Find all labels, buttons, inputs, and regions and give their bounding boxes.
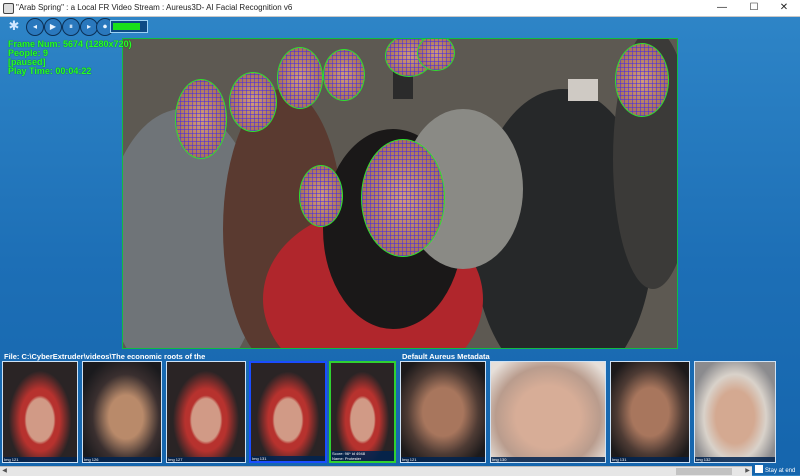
face-thumbnail[interactable]: Img 121 (2, 361, 78, 463)
progress-fill (113, 23, 141, 30)
face-thumbnail-match[interactable]: Score: 96* id 4948 Name: Protester (329, 361, 396, 463)
minimize-button[interactable]: — (708, 0, 736, 16)
face-thumbnail[interactable]: Img 130 (490, 361, 606, 463)
video-frame[interactable] (122, 38, 678, 349)
face-detection-2[interactable] (229, 72, 277, 132)
match-name-label: Name: Protester (331, 456, 394, 461)
face-detection-4[interactable] (323, 49, 365, 101)
maximize-button[interactable]: ☐ (740, 0, 768, 16)
close-button[interactable]: ✕ (770, 0, 798, 16)
face-detection-8[interactable] (299, 165, 343, 227)
face-detection-1[interactable] (175, 79, 227, 159)
window-title: "Arab Spring" : a Local FR Video Stream … (16, 3, 293, 12)
thumbnail-label: Img 127 (167, 457, 245, 462)
face-thumbnail[interactable]: Img 121 (400, 361, 486, 463)
thumbnail-label: Img 121 (3, 457, 77, 462)
settings-icon[interactable]: ✱ (6, 18, 22, 34)
thumbnail-image (251, 363, 325, 461)
thumbnail-image (695, 362, 775, 462)
thumbnail-image (331, 363, 394, 461)
app-icon (3, 3, 14, 14)
stay-at-end-toggle[interactable]: Stay at end (755, 465, 795, 474)
thumbnail-label: Img 132 (695, 457, 775, 462)
thumbnail-label: Img 131 (251, 456, 325, 461)
thumbnail-label: Img 131 (611, 457, 689, 462)
stay-at-end-label: Stay at end (765, 468, 796, 474)
thumbnail-image (491, 362, 605, 462)
scrollbar-thumb[interactable] (676, 468, 732, 475)
thumbnail-label: Img 126 (83, 457, 161, 462)
pause-button[interactable]: ⏸ (62, 18, 80, 36)
face-thumbnail[interactable]: Img 131 (610, 361, 690, 463)
thumbnail-image (167, 362, 245, 462)
stay-at-end-checkbox[interactable] (755, 465, 763, 473)
thumbnail-label: Img 121 (401, 457, 485, 462)
title-bar: "Arab Spring" : a Local FR Video Stream … (0, 0, 800, 17)
progress-bar (110, 20, 148, 33)
face-detection-9[interactable] (361, 139, 445, 257)
step-back-button[interactable]: ◂ (26, 18, 44, 36)
face-detection-7[interactable] (615, 43, 669, 117)
face-thumbnail[interactable]: Img 132 (694, 361, 776, 463)
face-detection-3[interactable] (277, 47, 323, 109)
thumbnail-label: Img 130 (491, 457, 605, 462)
thumbnail-image (83, 362, 161, 462)
overlay-stats: Frame Num: 5674 (1280x720) People: 9 [pa… (8, 40, 132, 76)
face-thumbnail[interactable]: Img 126 (82, 361, 162, 463)
thumbnail-image (3, 362, 77, 462)
thumbnail-image (611, 362, 689, 462)
face-thumbnail[interactable]: Img 127 (166, 361, 246, 463)
thumbnail-strip: Img 121 Img 126 Img 127 Img 131 Score: 9… (0, 360, 800, 465)
thumbnail-image (401, 362, 485, 462)
play-time: Play Time: 00:04:22 (8, 66, 92, 76)
play-button[interactable]: ▶ (44, 18, 62, 36)
face-thumbnail-selected[interactable]: Img 131 (249, 361, 327, 463)
